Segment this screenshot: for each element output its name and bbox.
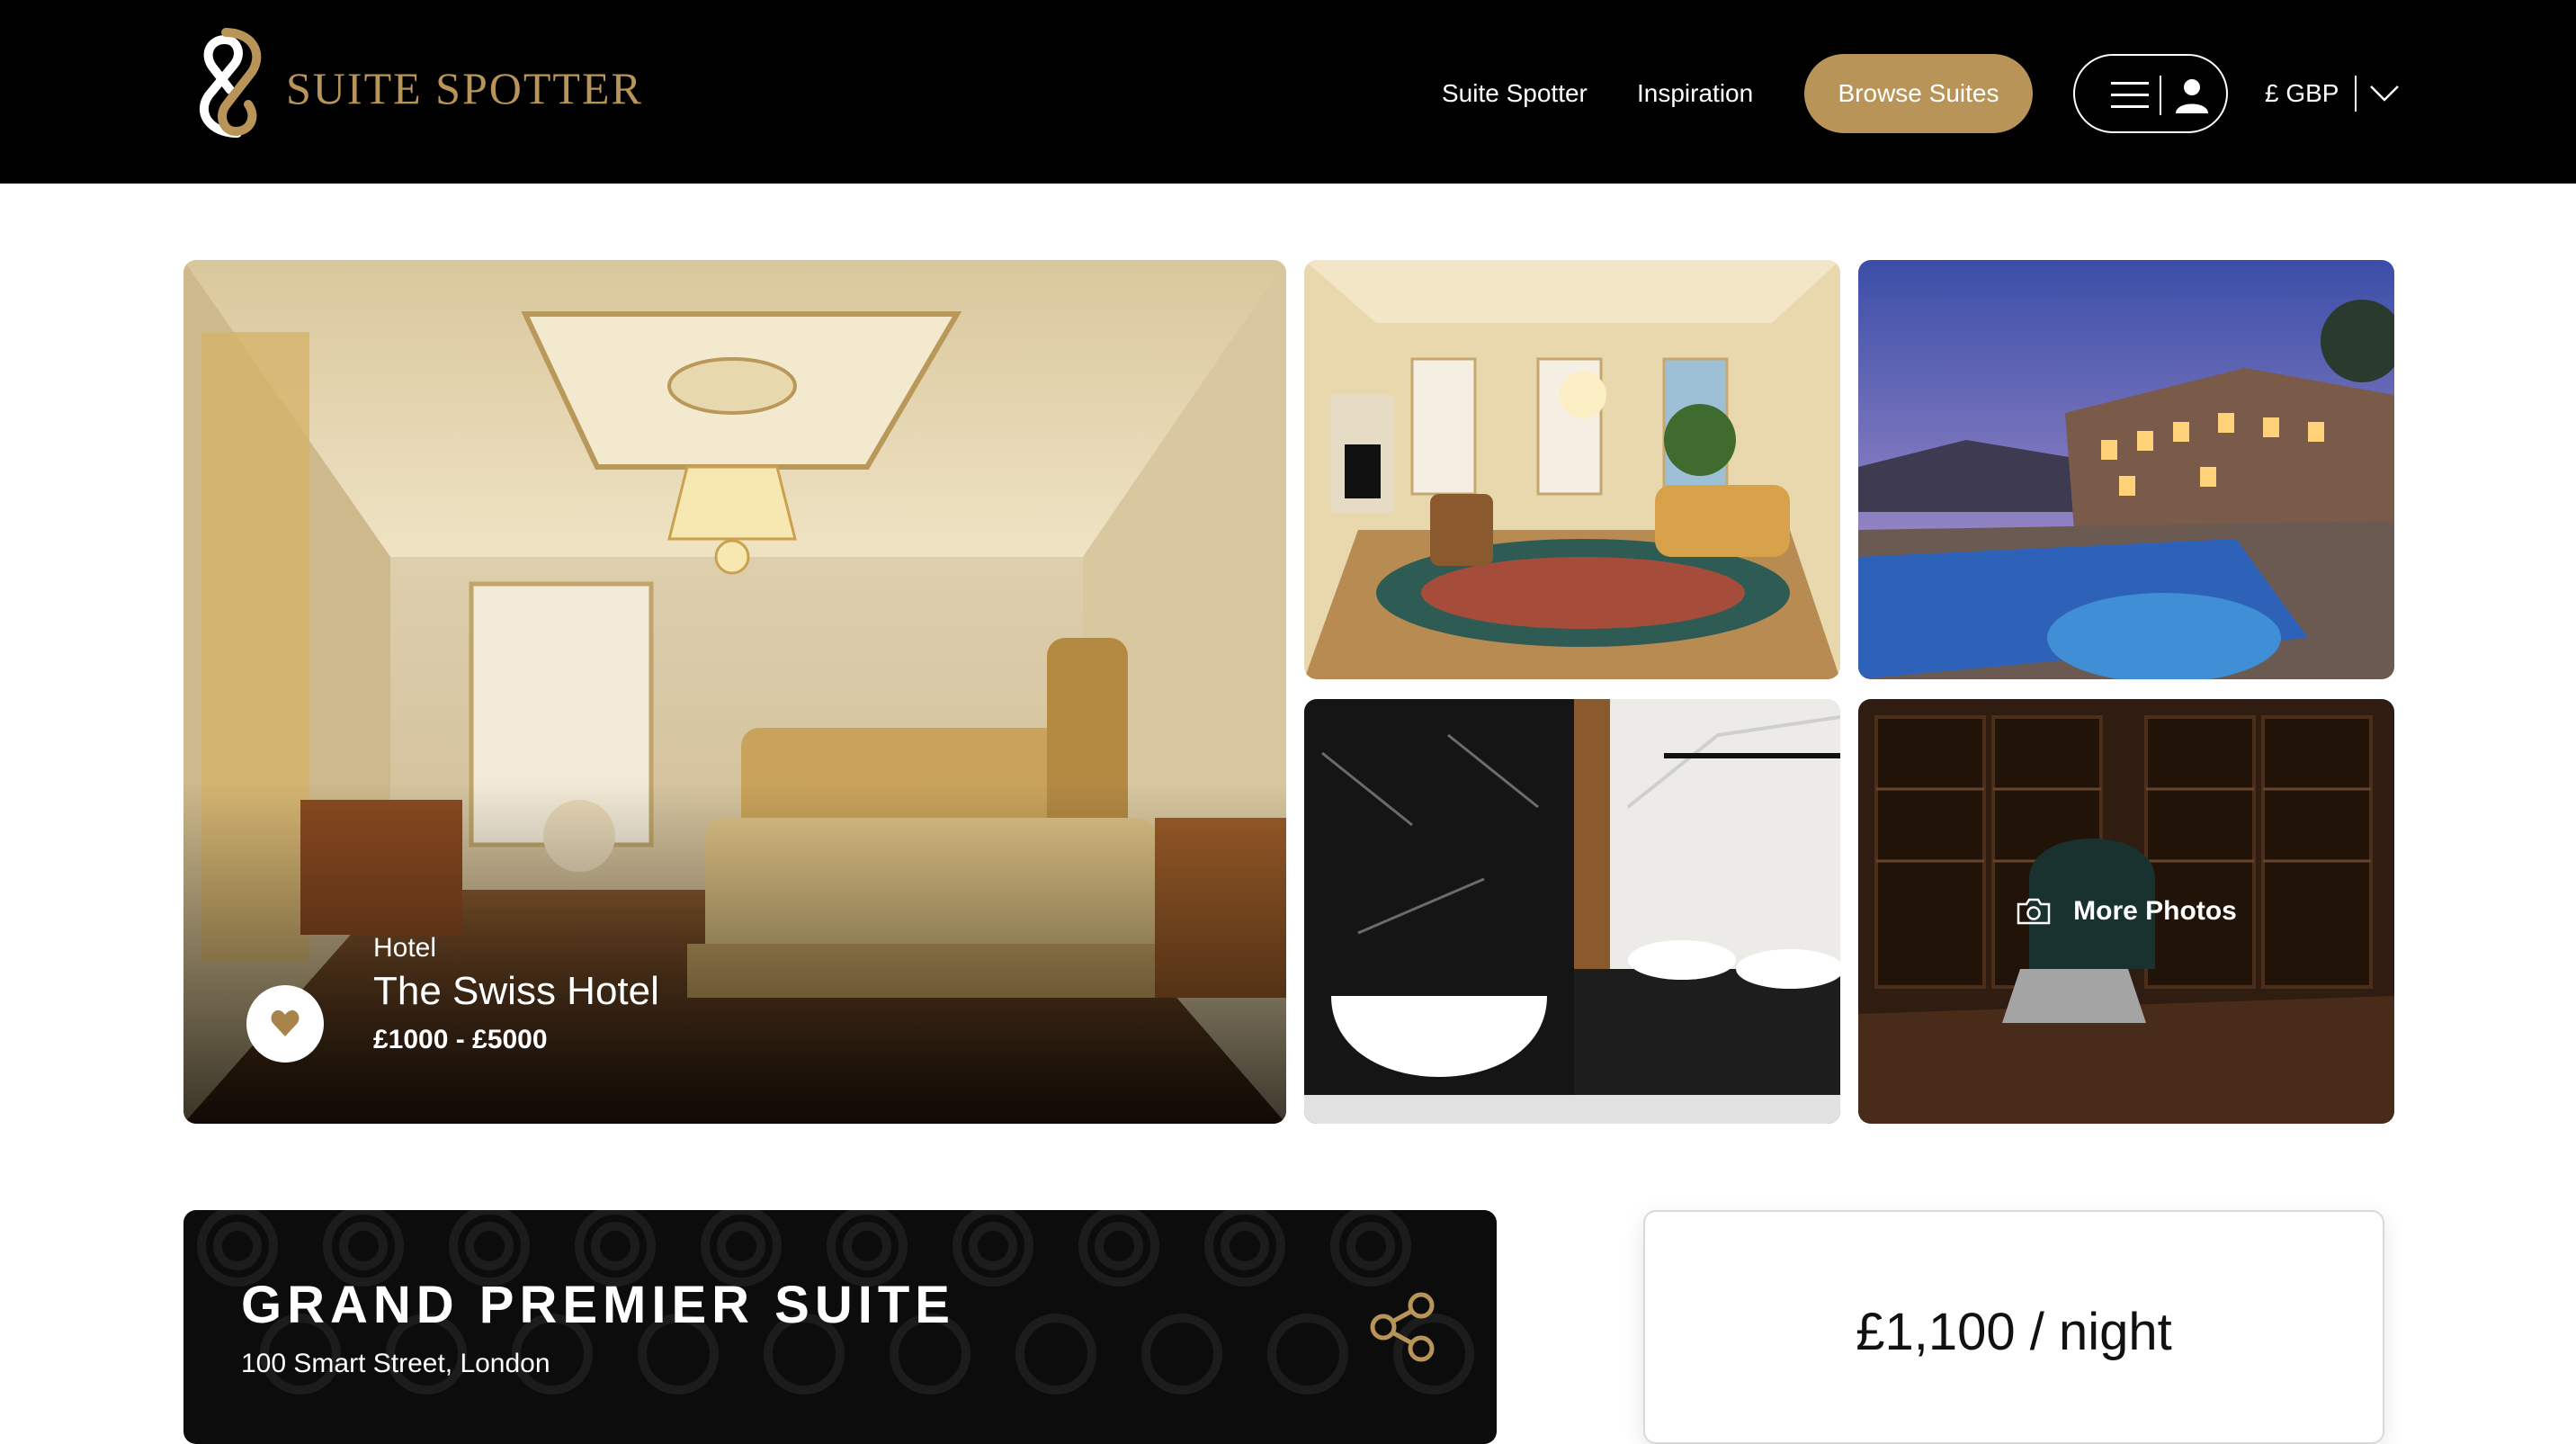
pool-villa-photo [1858,260,2394,679]
nav-suite-spotter[interactable]: Suite Spotter [1442,54,1588,133]
camera-icon [2017,898,2051,925]
currency-label: £ GBP [2265,79,2339,107]
booking-price-card: £1,100 / night [1643,1210,2384,1444]
suite-address: 100 Smart Street, London [241,1349,550,1378]
living-room-photo [1304,260,1840,679]
suite-header-card: GRAND PREMIER SUITE 100 Smart Street, Lo… [183,1210,1497,1444]
logo-link[interactable]: SUITE SPOTTER [183,25,643,151]
heart-icon [271,1009,300,1036]
gallery-photo-study[interactable]: More Photos [1858,699,2394,1124]
site-header: SUITE SPOTTER Suite Spotter Inspiration … [0,0,2576,184]
user-icon[interactable] [2172,76,2212,115]
hotel-name[interactable]: The Swiss Hotel [373,969,659,1014]
browse-suites-button[interactable]: Browse Suites [1804,54,2033,133]
logo-mark-icon [200,28,262,138]
hotel-price-range: £1000 - £5000 [373,1025,548,1054]
bathroom-photo [1304,699,1840,1124]
more-photos-button[interactable]: More Photos [1858,699,2394,1124]
hotel-type: Hotel [373,933,437,963]
price-per-night: £1,100 / night [1856,1303,2172,1361]
gallery-photo-bathroom[interactable] [1304,699,1840,1124]
share-icon [1370,1292,1435,1362]
more-photos-label: More Photos [2073,896,2237,926]
currency-divider [2355,76,2357,112]
hamburger-menu-icon[interactable] [2111,82,2149,109]
menu-user-toggle[interactable] [2073,54,2228,133]
suite-title: GRAND PREMIER SUITE [241,1276,955,1334]
chevron-down-icon[interactable] [2369,84,2400,103]
nav-inspiration[interactable]: Inspiration [1637,54,1753,133]
gallery-photo-pool[interactable] [1858,260,2394,679]
featured-photo[interactable]: Hotel The Swiss Hotel £1000 - £5000 [183,260,1286,1124]
logo-text: SUITE SPOTTER [286,63,643,113]
share-button[interactable] [1367,1291,1439,1363]
photo-overlay [183,782,1286,1124]
favorite-button[interactable] [246,985,324,1063]
menu-divider [2160,76,2161,115]
currency-selector[interactable]: £ GBP [2265,54,2400,133]
gallery-photo-living-room[interactable] [1304,260,1840,679]
